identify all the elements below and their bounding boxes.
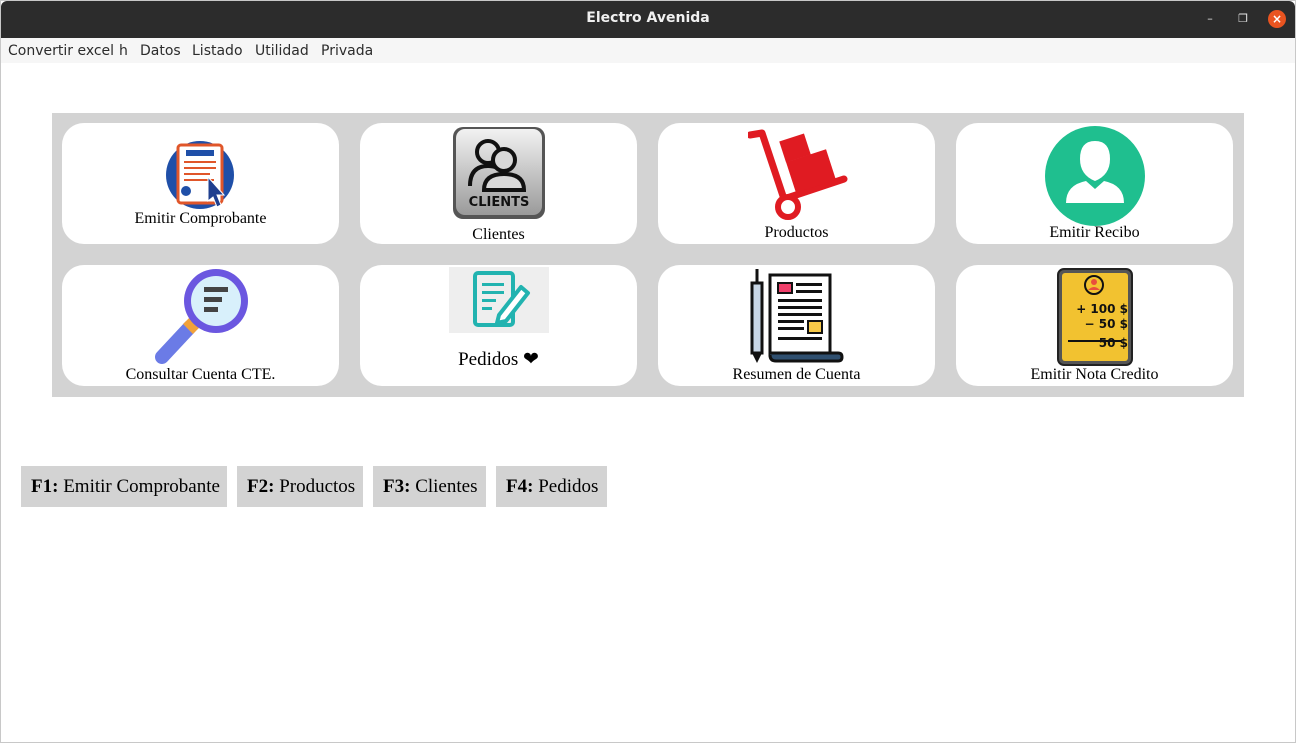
hand-truck-icon	[748, 129, 848, 220]
menu-bar: Convertir excel h Datos Listado Utilidad…	[1, 38, 1295, 63]
tile-label: Clientes	[472, 226, 525, 243]
shortcut-label: Clientes	[415, 476, 478, 497]
menu-privada[interactable]: Privada	[321, 43, 373, 59]
emitir-comprobante-button[interactable]: Emitir Comprobante	[62, 123, 339, 244]
tile-label: Emitir Nota Credito	[1030, 366, 1159, 383]
consultar-cuenta-button[interactable]: Consultar Cuenta CTE.	[62, 265, 339, 386]
credit-line-plus: + 100 $	[1076, 302, 1128, 316]
shortcut-label: Productos	[279, 476, 356, 497]
productos-button[interactable]: Productos	[658, 123, 935, 244]
menu-datos[interactable]: Datos	[140, 43, 181, 59]
tile-label: Productos	[764, 224, 829, 241]
credit-note-amounts: + 100 $ − 50 $ 50 $	[1064, 302, 1128, 351]
shortcut-key: F2:	[247, 476, 275, 497]
shortcut-key: F4:	[506, 476, 534, 497]
tile-label: Consultar Cuenta CTE.	[125, 366, 276, 383]
close-icon[interactable]: ×	[1268, 10, 1286, 28]
tile-label: Pedidos ❤	[458, 349, 539, 370]
window-title: Electro Avenida	[586, 10, 710, 26]
clients-icon-text: CLIENTS	[468, 195, 530, 210]
minimize-icon[interactable]: –	[1201, 10, 1219, 28]
newspaper-pen-icon	[750, 269, 844, 363]
emitir-nota-credito-button[interactable]: + 100 $ − 50 $ 50 $ Emitir Nota Credito	[956, 265, 1233, 386]
menu-utilidad[interactable]: Utilidad	[255, 43, 309, 59]
shortcut-label: Emitir Comprobante	[63, 476, 220, 497]
menu-listado[interactable]: Listado	[192, 43, 243, 59]
tile-label: Emitir Recibo	[1049, 224, 1140, 241]
app-window: Electro Avenida – ❐ × Convertir excel h …	[0, 0, 1296, 743]
title-bar[interactable]: Electro Avenida – ❐ ×	[1, 1, 1295, 38]
shortcut-key: F3:	[383, 476, 411, 497]
credit-line-minus: − 50 $	[1084, 317, 1128, 331]
clientes-button[interactable]: CLIENTS Clientes	[360, 123, 637, 244]
shortcut-f2: F2: Productos	[237, 466, 363, 507]
notepad-pen-icon	[449, 267, 549, 333]
menu-h[interactable]: h	[119, 43, 128, 59]
tile-label: Resumen de Cuenta	[732, 366, 861, 383]
pedidos-button[interactable]: Pedidos ❤	[360, 265, 637, 386]
main-button-grid: Emitir Comprobante CLIENTS Clientes Prod…	[52, 113, 1244, 397]
emitir-recibo-button[interactable]: Emitir Recibo	[956, 123, 1233, 244]
maximize-icon[interactable]: ❐	[1234, 10, 1252, 28]
credit-line-total: 50 $	[1098, 336, 1128, 350]
shortcut-f1: F1: Emitir Comprobante	[21, 466, 227, 507]
resumen-cuenta-button[interactable]: Resumen de Cuenta	[658, 265, 935, 386]
invoice-icon	[166, 141, 234, 209]
tile-label: Emitir Comprobante	[134, 210, 267, 227]
shortcut-f3: F3: Clientes	[373, 466, 486, 507]
user-avatar-icon	[1045, 126, 1145, 226]
shortcut-label: Pedidos	[538, 476, 599, 497]
menu-convertir-excel[interactable]: Convertir excel	[8, 43, 114, 59]
magnifier-icon	[155, 269, 248, 364]
shortcut-f4: F4: Pedidos	[496, 466, 607, 507]
shortcut-key: F1:	[31, 476, 59, 497]
